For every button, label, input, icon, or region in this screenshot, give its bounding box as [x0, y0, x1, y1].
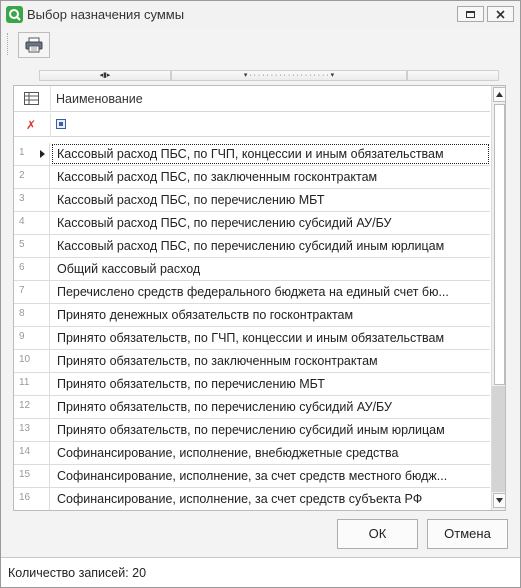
row-name-cell[interactable]: Общий кассовый расход: [51, 258, 490, 280]
status-bar: Количество записей: 20: [1, 557, 520, 587]
table-row[interactable]: 8 Принято денежных обязательств по госкон…: [14, 304, 490, 327]
column-header-name[interactable]: Наименование: [56, 92, 143, 106]
row-name-cell[interactable]: Софинансирование, исполнение, за счет ср…: [51, 488, 490, 510]
row-name-cell[interactable]: Принято обязательств, по перечислению су…: [51, 396, 490, 418]
filter-checkbox-icon[interactable]: [56, 119, 66, 129]
filter-separator: [50, 113, 51, 137]
table-row[interactable]: 6 Общий кассовый расход: [14, 258, 490, 281]
scrollbar-track[interactable]: [492, 386, 505, 492]
row-number: 8: [14, 304, 50, 326]
row-name-cell[interactable]: Кассовый расход ПБС, по ГЧП, концессии и…: [51, 143, 490, 165]
row-name-cell[interactable]: Перечислено средств федерального бюджета…: [51, 281, 490, 303]
table-row[interactable]: 15 Софинансирование, исполнение, за счет …: [14, 465, 490, 488]
restore-icon: [466, 10, 475, 18]
column-chooser-icon[interactable]: [24, 92, 39, 105]
table-row[interactable]: 9 Принято обязательств, по ГЧП, концессии…: [14, 327, 490, 350]
close-icon: [496, 9, 505, 19]
chevron-up-icon: [496, 92, 503, 97]
dialog-window: Выбор назначения суммы ◂▮▸ ▾ · · · · · ·…: [0, 0, 521, 588]
table-row[interactable]: 10 Принято обязательств, по заключенным г…: [14, 350, 490, 373]
table-row[interactable]: 11 Принято обязательств, по перечислению …: [14, 373, 490, 396]
row-number: 10: [14, 350, 50, 372]
table-row[interactable]: 16 Софинансирование, исполнение, за счет …: [14, 488, 490, 510]
row-number: 16: [14, 488, 50, 510]
row-number: 12: [14, 396, 50, 418]
data-grid: Наименование ✗ 1 Кассовый расход ПБС, по …: [13, 85, 506, 511]
header-separator: [50, 86, 51, 112]
table-row[interactable]: 12 Принято обязательств, по перечислению …: [14, 396, 490, 419]
record-count: Количество записей: 20: [8, 566, 147, 580]
toolbar-grip[interactable]: [7, 33, 10, 55]
band-right[interactable]: [407, 70, 499, 81]
row-number: 6: [14, 258, 50, 280]
row-number: 3: [14, 189, 50, 211]
row-number: 7: [14, 281, 50, 303]
row-number: 11: [14, 373, 50, 395]
band-left[interactable]: ◂▮▸: [39, 70, 171, 81]
column-band-strip: ◂▮▸ ▾ · · · · · · · · · · · · · · · · · …: [39, 70, 499, 81]
ok-button[interactable]: ОК: [337, 519, 418, 549]
table-row[interactable]: 13 Принято обязательств, по перечислению …: [14, 419, 490, 442]
row-number: 9: [14, 327, 50, 349]
row-number: 4: [14, 212, 50, 234]
scrollbar-thumb[interactable]: [494, 104, 505, 385]
cancel-button[interactable]: Отмена: [427, 519, 508, 549]
row-number: 2: [14, 166, 50, 188]
vertical-scrollbar[interactable]: [491, 86, 505, 510]
grid-header: Наименование: [14, 86, 490, 112]
row-number: 5: [14, 235, 50, 257]
row-name-cell[interactable]: Принято денежных обязательств по госконт…: [51, 304, 490, 326]
row-name-cell[interactable]: Кассовый расход ПБС, по перечислению суб…: [51, 235, 490, 257]
row-name-cell[interactable]: Кассовый расход ПБС, по перечислению МБТ: [51, 189, 490, 211]
row-name-cell[interactable]: Принято обязательств, по перечислению МБ…: [51, 373, 490, 395]
filter-row: ✗: [14, 113, 490, 137]
row-name-cell[interactable]: Принято обязательств, по ГЧП, концессии …: [51, 327, 490, 349]
toolbar: [1, 29, 520, 61]
title-bar: Выбор назначения суммы: [1, 1, 520, 28]
window-title: Выбор назначения суммы: [27, 7, 185, 22]
row-number: 15: [14, 465, 50, 487]
scroll-up-button[interactable]: [493, 87, 505, 102]
close-button[interactable]: [487, 6, 514, 22]
row-name-cell[interactable]: Кассовый расход ПБС, по перечислению суб…: [51, 212, 490, 234]
row-number: 13: [14, 419, 50, 441]
printer-icon: [25, 37, 43, 53]
current-row-indicator-icon: [40, 150, 45, 158]
table-row[interactable]: 5 Кассовый расход ПБС, по перечислению су…: [14, 235, 490, 258]
table-row[interactable]: 14 Софинансирование, исполнение, внебюдже…: [14, 442, 490, 465]
pin-icon[interactable]: ✗: [26, 118, 36, 132]
row-name-cell[interactable]: Софинансирование, исполнение, за счет ср…: [51, 465, 490, 487]
band-middle[interactable]: ▾ · · · · · · · · · · · · · · · · · · · …: [171, 70, 407, 81]
row-name-cell[interactable]: Кассовый расход ПБС, по заключенным госк…: [51, 166, 490, 188]
table-row[interactable]: 2 Кассовый расход ПБС, по заключенным гос…: [14, 166, 490, 189]
scroll-down-button[interactable]: [493, 493, 505, 508]
table-row[interactable]: 1 Кассовый расход ПБС, по ГЧП, концессии …: [14, 143, 490, 166]
table-row[interactable]: 7 Перечислено средств федерального бюджет…: [14, 281, 490, 304]
row-number: 14: [14, 442, 50, 464]
app-icon: [6, 6, 23, 23]
table-row[interactable]: 3 Кассовый расход ПБС, по перечислению МБ…: [14, 189, 490, 212]
row-name-cell[interactable]: Принято обязательств, по заключенным гос…: [51, 350, 490, 372]
print-button[interactable]: [18, 32, 50, 58]
row-name-cell[interactable]: Софинансирование, исполнение, внебюджетн…: [51, 442, 490, 464]
table-row[interactable]: 4 Кассовый расход ПБС, по перечислению су…: [14, 212, 490, 235]
restore-button[interactable]: [457, 6, 484, 22]
row-name-cell[interactable]: Принято обязательств, по перечислению су…: [51, 419, 490, 441]
chevron-down-icon: [496, 498, 503, 503]
